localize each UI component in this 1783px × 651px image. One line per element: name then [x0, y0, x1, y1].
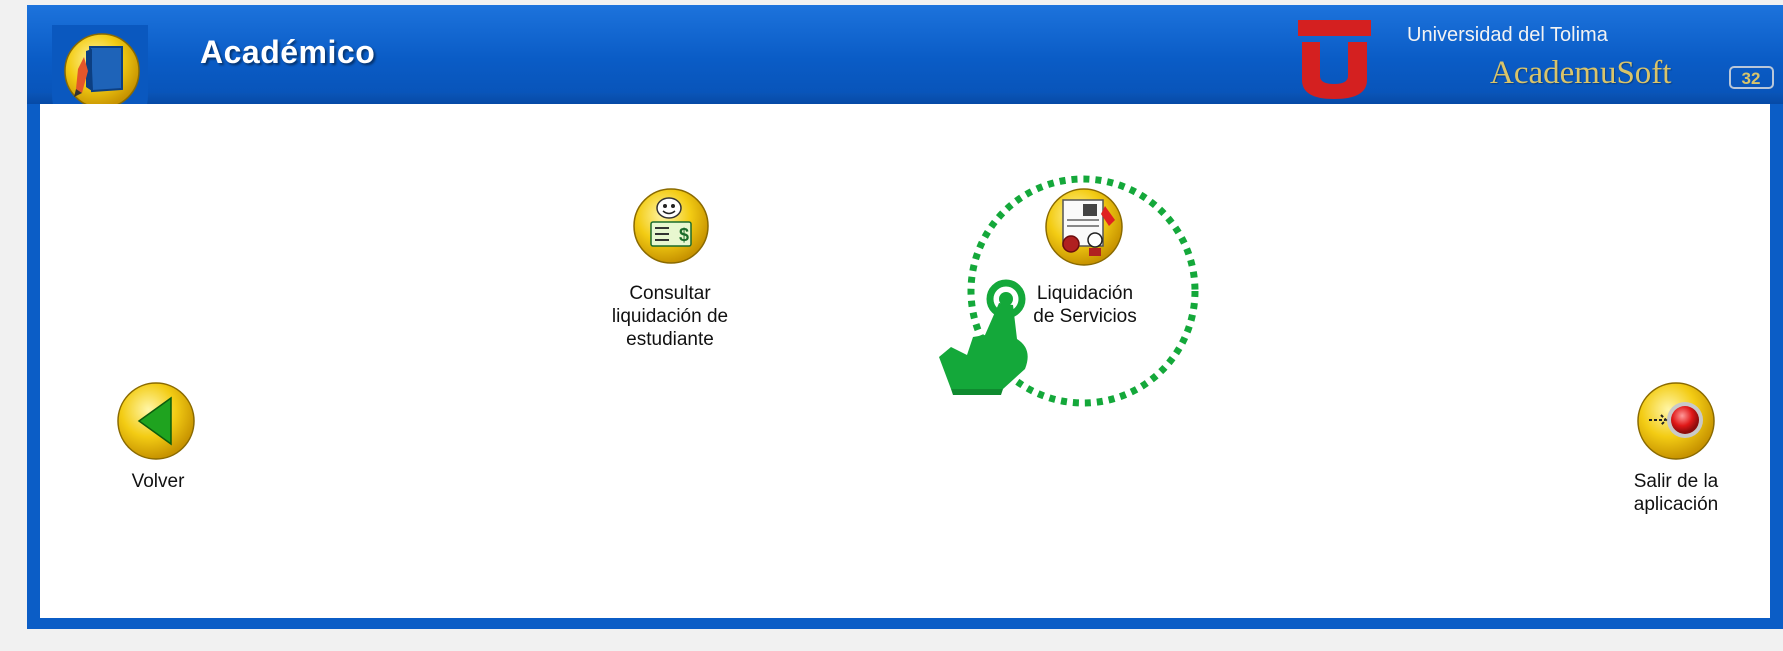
university-name: Universidad del Tolima: [1407, 24, 1608, 46]
menu-item-label-line: Consultar: [629, 283, 711, 304]
pointing-hand-icon: [939, 279, 1028, 395]
university-logo-icon: [1298, 20, 1371, 99]
back-button[interactable]: Volver: [98, 470, 218, 493]
version-badge: 32: [1729, 66, 1774, 89]
menu-item-consultar-liquidacion[interactable]: Consultar liquidación de estudiante: [585, 282, 755, 351]
svg-text:32: 32: [1742, 69, 1761, 88]
back-button-label: Volver: [131, 471, 185, 492]
back-arrow-icon[interactable]: [115, 380, 197, 462]
exit-button-label-line: Salir de la: [1633, 471, 1719, 492]
exit-icon[interactable]: [1635, 380, 1717, 462]
exit-button-label-line: aplicación: [1633, 494, 1719, 515]
menu-item-label-line: estudiante: [626, 329, 714, 350]
student-billing-icon[interactable]: $: [631, 186, 711, 266]
product-name: AcademuSoft: [1490, 55, 1672, 91]
application-window: Académico Universidad del Tolima Academu…: [27, 5, 1783, 629]
academic-book-icon: [64, 33, 140, 109]
menu-item-label-line: liquidación de: [611, 306, 729, 327]
svg-text:$: $: [679, 225, 689, 245]
header-shade: [27, 93, 1783, 104]
page-title: Académico: [200, 34, 376, 70]
exit-button[interactable]: Salir de la aplicación: [1605, 470, 1747, 516]
content-area: $ Consultar liquidación de estudiante Li…: [40, 104, 1770, 618]
